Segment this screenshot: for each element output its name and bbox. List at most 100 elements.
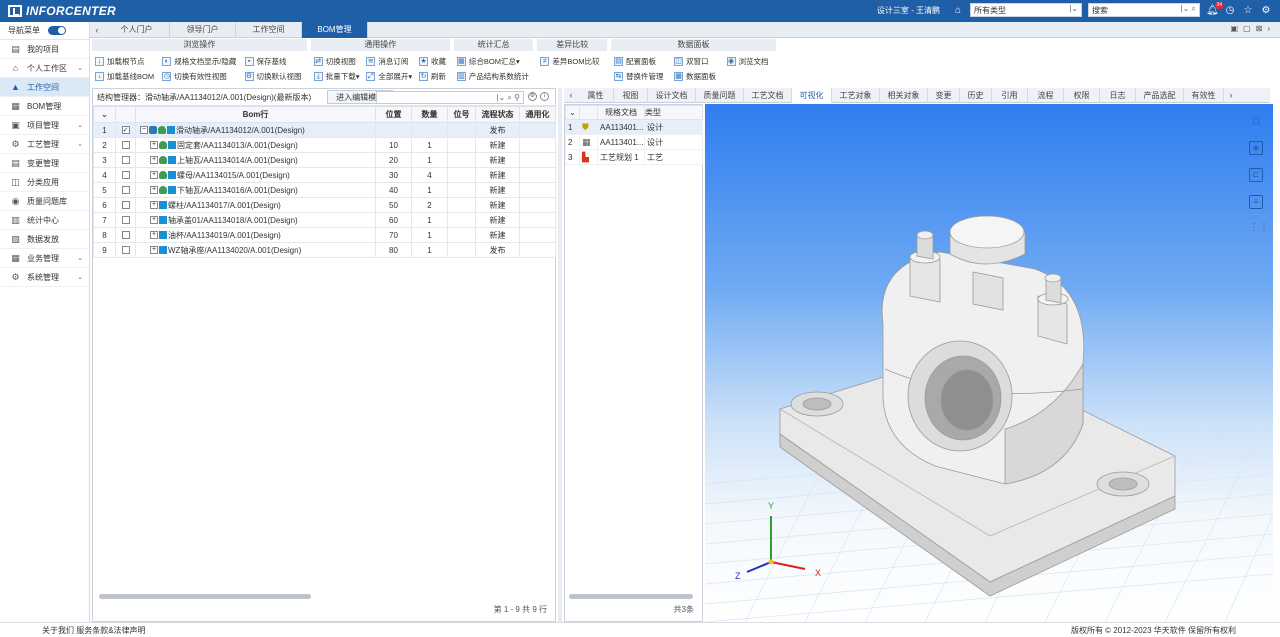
tab-permissions[interactable]: 权限 xyxy=(1064,87,1100,103)
structure-stats-button[interactable]: ▥ 产品结构系数统计 xyxy=(454,69,534,84)
horizontal-scrollbar[interactable] xyxy=(99,594,311,599)
sidebar-item-bom[interactable]: ▦ BOM管理 xyxy=(0,97,89,116)
tab-references[interactable]: 引用 xyxy=(992,87,1028,103)
tab-bom[interactable]: BOM管理 xyxy=(302,21,368,38)
tab-design-docs[interactable]: 设计文档 xyxy=(648,87,696,103)
bom-line-name[interactable]: 上轴瓦/AA1134014/A.001(Design) xyxy=(177,156,298,165)
sidebar-item-classify[interactable]: ◫ 分类应用 xyxy=(0,173,89,192)
subscribe-button[interactable]: ≋ 消息订阅 xyxy=(363,54,416,69)
expand-toggle[interactable]: + xyxy=(150,141,158,150)
dual-window-button[interactable]: ◫ 双窗口 xyxy=(671,54,724,69)
chevron-left-icon[interactable]: ‹ xyxy=(90,25,104,35)
tab-effectivity[interactable]: 有效性 xyxy=(1184,87,1224,103)
clock-icon[interactable]: ◷ xyxy=(1224,5,1236,16)
load-baseline-bom-button[interactable]: ↓ 加载基线BOM xyxy=(92,69,159,84)
3d-viewer[interactable]: Y X Z ⌂ ◈ ⊏ ≡ ⋮⋮⋮ xyxy=(705,104,1273,622)
table-row[interactable]: 6 + 螺柱/AA1134017/A.001(Design) 50 2 新建 xyxy=(93,197,556,213)
row-checkbox[interactable] xyxy=(121,201,130,210)
search-input[interactable]: 搜索 |⌄ ⌕ xyxy=(1088,3,1200,17)
toggle-spec-docs-button[interactable]: ◐ 规格文档显示/隐藏 xyxy=(159,54,241,69)
table-row[interactable]: 5 + 下轴瓦/AA1134016/A.001(Design) 40 1 新建 xyxy=(93,182,556,198)
data-panel-button[interactable]: ▦ 数据面板 xyxy=(671,69,724,84)
tab-change[interactable]: 变更 xyxy=(928,87,960,103)
tab-leader-portal[interactable]: 领导门户 xyxy=(170,21,236,38)
close-icon[interactable]: ⊠ xyxy=(1256,24,1263,33)
window-icon[interactable]: ▣ xyxy=(1231,24,1239,33)
row-checkbox[interactable] xyxy=(121,156,130,165)
model-view-icon[interactable]: ◈ xyxy=(1249,141,1263,155)
table-row[interactable]: 3 + 上轴瓦/AA1134014/A.001(Design) 20 1 新建 xyxy=(93,152,556,168)
search-icon[interactable]: |⌄ ⌕ ⚲ xyxy=(496,92,520,104)
table-row[interactable]: 2 + 固定套/AA1134013/A.001(Design) 10 1 新建 xyxy=(93,137,556,153)
properties-list-icon[interactable]: ≡ xyxy=(1249,195,1263,209)
user-label[interactable]: 设计三室 - 王清鹏 xyxy=(877,5,940,16)
gear-icon[interactable]: ⚙ xyxy=(1260,5,1272,16)
bom-line-name[interactable]: 油杯/AA1134019/A.001(Design) xyxy=(168,231,281,240)
row-checkbox[interactable] xyxy=(121,171,130,180)
row-checkbox[interactable] xyxy=(121,246,130,255)
table-row[interactable]: 9 + WZ轴承座/AA1134020/A.001(Design) 80 1 发布 xyxy=(93,242,556,258)
column-header[interactable]: 位号 xyxy=(447,106,476,123)
more-grid-icon[interactable]: ⋮⋮⋮ xyxy=(1249,222,1273,236)
table-row[interactable]: 8 + 油杯/AA1134019/A.001(Design) 70 1 新建 xyxy=(93,227,556,243)
info-icon[interactable]: i xyxy=(540,92,549,101)
footer-links[interactable]: 关于我们 服务条款&法律声明 xyxy=(42,625,146,636)
tab-quality[interactable]: 质量问题 xyxy=(696,87,744,103)
expand-toggle[interactable]: + xyxy=(150,171,158,180)
window-icon[interactable]: ▢ xyxy=(1243,24,1251,33)
save-baseline-button[interactable]: ▪ 保存基线 xyxy=(242,54,307,69)
column-header[interactable]: Bom行 xyxy=(135,106,376,123)
column-header[interactable]: 流程状态 xyxy=(475,106,520,123)
tab-properties[interactable]: 属性 xyxy=(578,87,614,103)
collapse-toggle[interactable]: − xyxy=(140,126,148,135)
favorite-button[interactable]: ★ 收藏 xyxy=(416,54,450,69)
column-header[interactable]: 通用化 xyxy=(519,106,556,123)
list-item[interactable]: 1 ⛊ AA113401... 设计 xyxy=(565,119,703,135)
sidebar-item-my-projects[interactable]: ▤ 我的项目 xyxy=(0,40,89,59)
config-panel-button[interactable]: ▤ 配置面板 xyxy=(611,54,671,69)
structure-search-input[interactable]: |⌄ ⌕ ⚲ xyxy=(376,91,524,104)
browse-doc-button[interactable]: ◉ 浏览文档 xyxy=(724,54,777,69)
expand-toggle[interactable]: + xyxy=(150,201,158,210)
bom-line-name[interactable]: 螺母/AA1134015/A.001(Design) xyxy=(177,171,290,180)
row-checkbox[interactable]: ✓ xyxy=(121,126,130,135)
sidebar-item-personal[interactable]: ⌂ 个人工作区 ⌄ xyxy=(0,59,89,78)
switch-effectivity-view-button[interactable]: ◷ 切换有效性视图 xyxy=(159,69,241,84)
sidebar-item-project-mgmt[interactable]: ▣ 项目管理 ⌄ xyxy=(0,116,89,135)
list-item[interactable]: 2 ▦ AA113401... 设计 xyxy=(565,134,703,150)
row-checkbox[interactable] xyxy=(121,231,130,240)
column-menu[interactable]: ⌄ xyxy=(93,106,116,123)
bom-line-name[interactable]: 螺柱/AA1134017/A.001(Design) xyxy=(168,201,281,210)
tab-product-config[interactable]: 产品选配 xyxy=(1136,87,1184,103)
chevron-right-icon[interactable]: › xyxy=(1267,24,1270,33)
tab-workflow[interactable]: 流程 xyxy=(1028,87,1064,103)
sidebar-item-business[interactable]: ▦ 业务管理 ⌄ xyxy=(0,249,89,268)
column-menu[interactable]: ⌄ xyxy=(565,105,580,120)
table-row[interactable]: 1 ✓ − 滑动轴承/AA1134012/A.001(Design) 发布 xyxy=(93,122,556,138)
bom-line-name[interactable]: 滑动轴承/AA1134012/A.001(Design) xyxy=(176,126,305,135)
tab-process-objects[interactable]: 工艺对象 xyxy=(832,87,880,103)
star-icon[interactable]: ☆ xyxy=(1242,5,1254,16)
row-checkbox[interactable] xyxy=(121,186,130,195)
search-icon[interactable]: |⌄ ⌕ xyxy=(1181,4,1196,14)
expand-toggle[interactable]: + xyxy=(150,156,158,165)
panel-splitter[interactable] xyxy=(558,88,562,622)
switch-view-button[interactable]: ⇄ 切换视图 xyxy=(311,54,364,69)
batch-download-button[interactable]: ⤓ 批量下载 ▾ xyxy=(311,69,364,84)
nav-toggle[interactable] xyxy=(48,26,66,35)
sidebar-item-system[interactable]: ⚙ 系统管理 ⌄ xyxy=(0,268,89,287)
bom-line-name[interactable]: 下轴瓦/AA1134016/A.001(Design) xyxy=(177,186,298,195)
tab-log[interactable]: 日志 xyxy=(1100,87,1136,103)
sidebar-item-release[interactable]: ▧ 数据发放 xyxy=(0,230,89,249)
sidebar-item-stats[interactable]: ▥ 统计中心 xyxy=(0,211,89,230)
home-view-icon[interactable]: ⌂ xyxy=(1249,112,1263,128)
bell-icon[interactable]: 🔔︎ 34 xyxy=(1206,1,1223,16)
tab-view[interactable]: 视图 xyxy=(614,87,648,103)
list-item[interactable]: 3 ▙ 工艺规划 1 工艺 xyxy=(565,149,703,165)
bom-diff-button[interactable]: ≠ 差异BOM比较 xyxy=(537,54,607,69)
refresh-button[interactable]: ↻ 刷新 xyxy=(416,69,450,84)
sidebar-item-process[interactable]: ⚙ 工艺管理 ⌄ xyxy=(0,135,89,154)
column-header[interactable]: 规格文档 xyxy=(597,105,645,120)
sidebar-item-change[interactable]: ▤ 变更管理 xyxy=(0,154,89,173)
switch-default-view-button[interactable]: ⚙ 切换默认视图 xyxy=(242,69,307,84)
